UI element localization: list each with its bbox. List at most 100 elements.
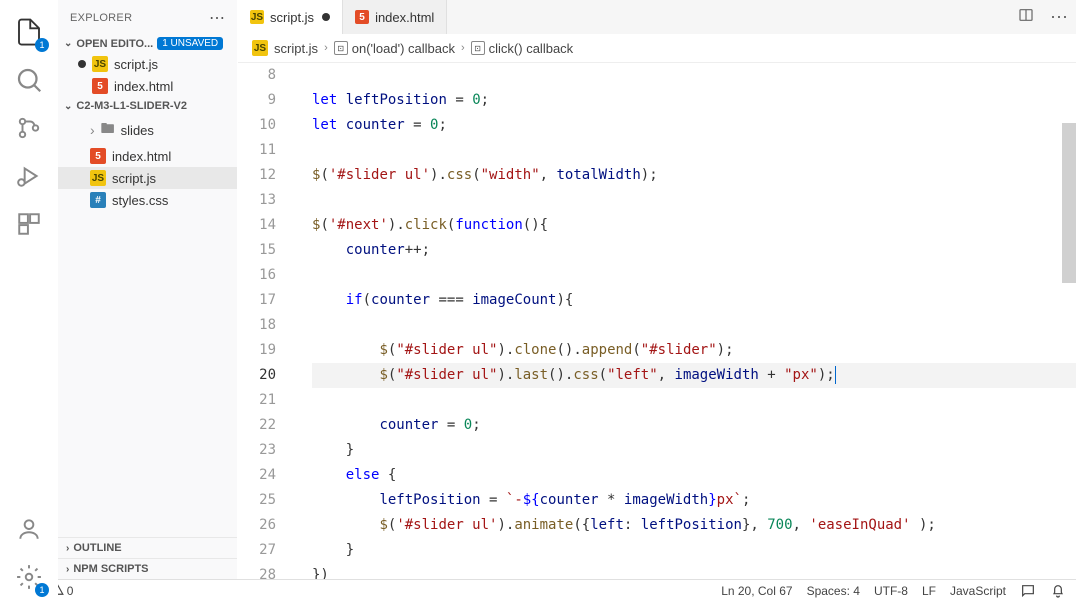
code-line[interactable]: }: [312, 438, 1076, 463]
scrollbar[interactable]: [1062, 63, 1076, 579]
code-line[interactable]: if(counter === imageCount){: [312, 288, 1076, 313]
css-file-icon: #: [90, 192, 106, 208]
settings-badge: 1: [35, 583, 49, 597]
code-line[interactable]: [312, 138, 1076, 163]
outline-header[interactable]: › OUTLINE: [58, 537, 237, 558]
status-encoding[interactable]: UTF-8: [874, 584, 908, 598]
tree-file[interactable]: #styles.css: [58, 189, 237, 211]
gutter: 8910111213141516171819202122232425262728: [238, 63, 294, 579]
html-file-icon: 5: [92, 78, 108, 94]
file-name: script.js: [112, 171, 156, 186]
line-number: 12: [238, 163, 276, 188]
line-number: 19: [238, 338, 276, 363]
status-spaces[interactable]: Spaces: 4: [807, 584, 860, 598]
js-file-icon: JS: [250, 10, 264, 24]
line-number: 27: [238, 538, 276, 563]
code-content[interactable]: let leftPosition = 0;let counter = 0; $(…: [294, 63, 1076, 579]
line-number: 25: [238, 488, 276, 513]
code-line[interactable]: [312, 63, 1076, 88]
folder-icon: 🖿: [101, 118, 115, 142]
gear-icon[interactable]: 1: [11, 559, 47, 595]
open-editors-header[interactable]: ⌄ OPEN EDITO... 1 UNSAVED: [58, 34, 237, 53]
code-line[interactable]: [312, 388, 1076, 413]
tab-script-js[interactable]: JS script.js: [238, 0, 343, 34]
search-icon[interactable]: [11, 62, 47, 98]
tab-more-icon[interactable]: ⋯: [1042, 7, 1076, 28]
tree-file[interactable]: 5 index.html: [58, 145, 237, 167]
file-name: slides: [121, 123, 154, 138]
line-number: 10: [238, 113, 276, 138]
html-file-icon: 5: [90, 148, 106, 164]
code-line[interactable]: [312, 313, 1076, 338]
accounts-icon[interactable]: [11, 511, 47, 547]
line-number: 14: [238, 213, 276, 238]
code-line[interactable]: $('#next').click(function(){: [312, 213, 1076, 238]
code-line[interactable]: $('#slider ul').css("width", totalWidth)…: [312, 163, 1076, 188]
line-number: 24: [238, 463, 276, 488]
chevron-right-icon: ›: [90, 122, 95, 138]
line-number: 8: [238, 63, 276, 88]
line-number: 28: [238, 563, 276, 579]
status-bell-icon[interactable]: [1050, 583, 1066, 599]
tab-index-html[interactable]: 5index.html: [343, 0, 447, 34]
code-line[interactable]: $('#slider ul').animate({left: leftPosit…: [312, 513, 1076, 538]
code-line[interactable]: [312, 188, 1076, 213]
scroll-thumb[interactable]: [1062, 123, 1076, 283]
sidebar-header: EXPLORER ⋯: [58, 0, 237, 34]
file-name: script.js: [114, 57, 158, 72]
sidebar: EXPLORER ⋯ ⌄ OPEN EDITO... 1 UNSAVED JS s…: [58, 0, 238, 579]
line-number: 17: [238, 288, 276, 313]
file-name: index.html: [114, 79, 173, 94]
status-feedback-icon[interactable]: [1020, 583, 1036, 599]
project-header[interactable]: ⌄ C2-M3-L1-SLIDER-V2: [58, 97, 237, 115]
source-control-icon[interactable]: [11, 110, 47, 146]
symbol-method-icon: ⊡: [334, 41, 348, 55]
code-line[interactable]: let counter = 0;: [312, 113, 1076, 138]
file-name: index.html: [112, 149, 171, 164]
activity-bar: 1 1: [0, 0, 58, 601]
code-line[interactable]: $("#slider ul").last().css("left", image…: [312, 363, 1076, 388]
line-number: 23: [238, 438, 276, 463]
line-number: 13: [238, 188, 276, 213]
code-line[interactable]: counter = 0;: [312, 413, 1076, 438]
unsaved-badge: 1 UNSAVED: [157, 37, 223, 50]
modified-dot-icon: [322, 13, 330, 21]
tree-folder[interactable]: › 🖿 slides: [58, 115, 237, 145]
run-debug-icon[interactable]: [11, 158, 47, 194]
line-number: 22: [238, 413, 276, 438]
symbol-method-icon: ⊡: [471, 41, 485, 55]
npm-scripts-header[interactable]: › NPM SCRIPTS: [58, 558, 237, 579]
status-position[interactable]: Ln 20, Col 67: [721, 584, 792, 598]
code-line[interactable]: }): [312, 563, 1076, 579]
tree-file[interactable]: JSscript.js: [58, 167, 237, 189]
breadcrumb[interactable]: JS script.js › ⊡ on('load') callback › ⊡…: [238, 34, 1076, 63]
tab-bar: JS script.js 5index.html ⋯: [238, 0, 1076, 34]
open-editor-item[interactable]: 5 index.html: [58, 75, 237, 97]
split-editor-icon[interactable]: [1010, 7, 1042, 28]
code-editor[interactable]: 8910111213141516171819202122232425262728…: [238, 63, 1076, 579]
html-file-icon: 5: [355, 10, 369, 24]
line-number: 18: [238, 313, 276, 338]
code-line[interactable]: [312, 263, 1076, 288]
code-line[interactable]: leftPosition = `-${counter * imageWidth}…: [312, 488, 1076, 513]
status-eol[interactable]: LF: [922, 584, 936, 598]
code-line[interactable]: else {: [312, 463, 1076, 488]
open-editor-item[interactable]: JS script.js: [58, 53, 237, 75]
chevron-down-icon: ⌄: [64, 101, 72, 112]
code-line[interactable]: let leftPosition = 0;: [312, 88, 1076, 113]
code-line[interactable]: counter++;: [312, 238, 1076, 263]
sidebar-title: EXPLORER: [70, 12, 132, 24]
modified-dot-icon: [78, 60, 86, 68]
code-line[interactable]: $("#slider ul").clone().append("#slider"…: [312, 338, 1076, 363]
chevron-right-icon: ›: [66, 564, 69, 575]
js-file-icon: JS: [92, 56, 108, 72]
sidebar-more-icon[interactable]: ⋯: [209, 8, 225, 28]
code-line[interactable]: }: [312, 538, 1076, 563]
tab-label: script.js: [270, 10, 314, 25]
line-number: 11: [238, 138, 276, 163]
line-number: 21: [238, 388, 276, 413]
explorer-icon[interactable]: 1: [11, 14, 47, 50]
status-language[interactable]: JavaScript: [950, 584, 1006, 598]
extensions-icon[interactable]: [11, 206, 47, 242]
line-number: 26: [238, 513, 276, 538]
